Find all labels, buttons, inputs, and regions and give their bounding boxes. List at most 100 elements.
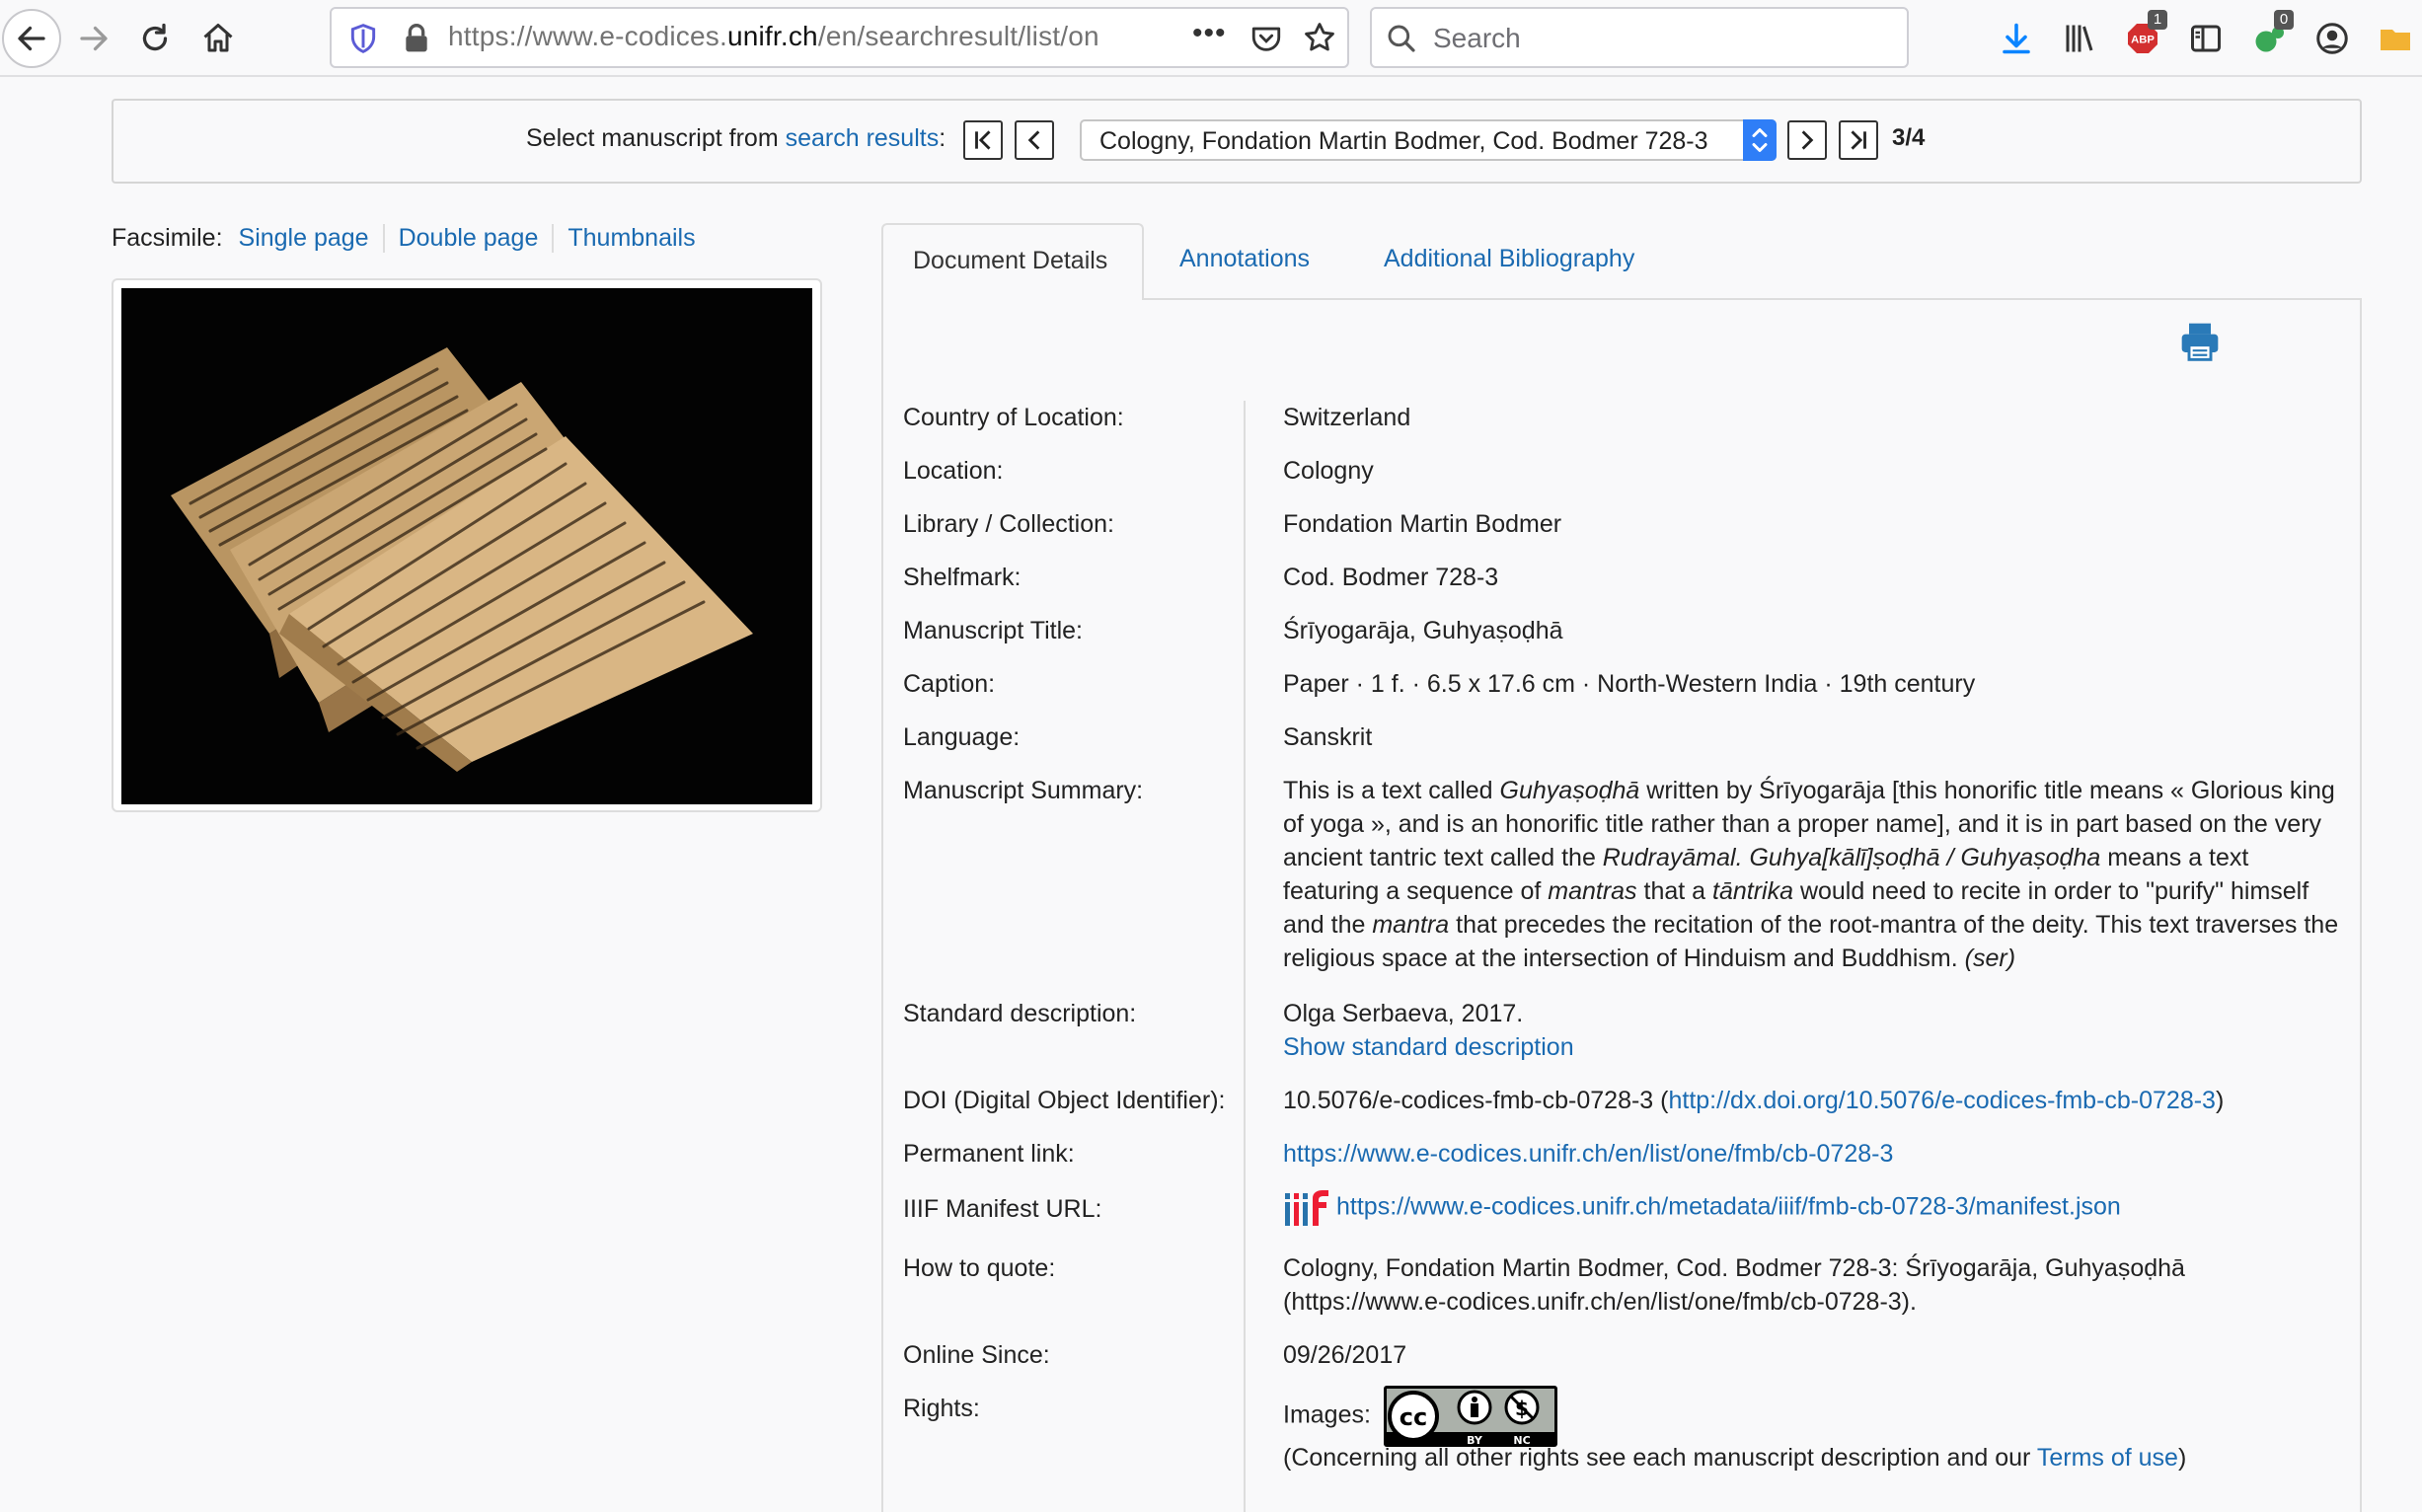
doi-value: 10.5076/e-codices-fmb-cb-0728-3 (http://…: [1283, 1084, 2349, 1117]
selector-label-colon: :: [939, 124, 946, 152]
url-prefix: https://www.e-codices.: [448, 21, 727, 51]
rights-note-text: (Concerning all other rights see each ma…: [1283, 1444, 2037, 1472]
account-icon: [2316, 23, 2348, 54]
doi-text: 10.5076/e-codices-fmb-cb-0728-3 (: [1283, 1087, 1669, 1114]
sidebar-button[interactable]: [2187, 20, 2225, 57]
summary-italic: mantra: [1372, 911, 1450, 939]
show-standard-description-link[interactable]: Show standard description: [1283, 1033, 1574, 1061]
library-label: Library / Collection:: [903, 510, 1114, 538]
standard-description-value: Olga Serbaeva, 2017. Show standard descri…: [1283, 997, 2349, 1064]
search-icon: [1388, 25, 1415, 52]
standard-description-label: Standard description:: [903, 1000, 1137, 1027]
summary-label: Manuscript Summary:: [903, 777, 1144, 804]
folder-button[interactable]: [2377, 20, 2414, 57]
library-value: Fondation Martin Bodmer: [1283, 510, 1562, 538]
shelfmark-value: Cod. Bodmer 728-3: [1283, 564, 1499, 591]
country-value: Switzerland: [1283, 404, 1411, 431]
chevron-right-icon: [1801, 130, 1814, 150]
manuscript-photo[interactable]: [121, 288, 812, 804]
facsimile-bar: Facsimile: Single page Double page Thumb…: [112, 224, 710, 253]
rights-images-label: Images:: [1283, 1400, 1371, 1429]
pocket-icon[interactable]: [1249, 22, 1283, 55]
rights-note-close: ): [2177, 1444, 2187, 1472]
home-button[interactable]: [189, 10, 247, 67]
adblock-button[interactable]: ABP 1: [2124, 10, 2167, 57]
manuscript-select[interactable]: Cologny, Fondation Martin Bodmer, Cod. B…: [1080, 119, 1777, 161]
folder-icon: [2381, 30, 2410, 50]
location-value: Cologny: [1283, 457, 1374, 485]
adblock-badge: 1: [2148, 10, 2167, 30]
extension-badge: 0: [2274, 10, 2294, 30]
sidebar-icon: [2191, 25, 2221, 52]
summary-text: This is a text called: [1283, 777, 1500, 804]
lock-icon[interactable]: [403, 23, 430, 54]
permalink-link[interactable]: https://www.e-codices.unifr.ch/en/list/o…: [1283, 1140, 1893, 1168]
cc-by-nc-license-icon[interactable]: cc $ BY NC: [1383, 1386, 1557, 1447]
thumbnails-link[interactable]: Thumbnails: [552, 224, 709, 253]
tab-annotations[interactable]: Annotations: [1179, 245, 1310, 273]
rights-note: (Concerning all other rights see each ma…: [1283, 1441, 2349, 1474]
extension-button[interactable]: 0: [2250, 10, 2294, 57]
doi-link[interactable]: http://dx.doi.org/10.5076/e-codices-fmb-…: [1668, 1087, 2215, 1114]
select-arrows[interactable]: [1743, 119, 1777, 161]
terms-of-use-link[interactable]: Terms of use: [2037, 1444, 2178, 1472]
tab-document-details-label: Document Details: [913, 247, 1108, 274]
iiif-logo-icon[interactable]: [1283, 1188, 1330, 1228]
rights-label: Rights:: [903, 1395, 980, 1422]
summary-italic: tāntrika: [1712, 877, 1793, 905]
arrow-left-icon: [18, 26, 45, 51]
first-page-icon: [975, 130, 991, 150]
online-since-value: 09/26/2017: [1283, 1341, 1407, 1369]
page-actions-button[interactable]: •••: [1192, 17, 1227, 50]
reload-button[interactable]: [126, 10, 184, 67]
downloads-button[interactable]: [1998, 20, 2035, 57]
browser-toolbar: https://www.e-codices.unifr.ch/en/search…: [0, 0, 2422, 77]
first-result-button[interactable]: [963, 120, 1003, 160]
url-text[interactable]: https://www.e-codices.unifr.ch/en/search…: [448, 21, 1139, 52]
download-arrow-icon: [2003, 23, 2030, 54]
manuscript-selector-panel: Select manuscript from search results: C…: [112, 99, 2362, 184]
summary-value: This is a text called Guhyaṣoḍhā written…: [1283, 774, 2349, 975]
shelfmark-label: Shelfmark:: [903, 564, 1022, 591]
up-down-chevron-icon: [1752, 128, 1768, 152]
tab-additional-bibliography[interactable]: Additional Bibliography: [1384, 245, 1634, 273]
tab-document-details[interactable]: Document Details: [881, 223, 1144, 300]
library-button[interactable]: [2061, 20, 2098, 57]
summary-italic: mantras: [1548, 877, 1637, 905]
doi-label: DOI (Digital Object Identifier):: [903, 1087, 1226, 1114]
search-results-link[interactable]: search results: [786, 124, 940, 152]
iiif-manifest-link[interactable]: https://www.e-codices.unifr.ch/metadata/…: [1336, 1193, 2121, 1221]
language-label: Language:: [903, 723, 1021, 751]
quote-value: Cologny, Fondation Martin Bodmer, Cod. B…: [1283, 1254, 2185, 1316]
next-result-button[interactable]: [1787, 120, 1827, 160]
back-button[interactable]: [2, 9, 61, 68]
column-divider: [1244, 401, 1246, 1512]
url-fade: [1101, 13, 1161, 62]
url-bar[interactable]: https://www.e-codices.unifr.ch/en/search…: [330, 7, 1349, 68]
url-domain: unifr.ch: [726, 21, 818, 51]
doi-close: ): [2215, 1087, 2225, 1114]
tracking-shield-icon[interactable]: [347, 23, 379, 54]
single-page-link[interactable]: Single page: [239, 224, 383, 253]
caption-value: Paper · 1 f. · 6.5 x 17.6 cm · North-Wes…: [1283, 670, 1976, 698]
print-icon[interactable]: [2178, 320, 2222, 363]
double-page-link[interactable]: Double page: [382, 224, 553, 253]
account-button[interactable]: [2313, 20, 2351, 57]
home-icon: [203, 24, 233, 52]
permalink-value: https://www.e-codices.unifr.ch/en/list/o…: [1283, 1137, 2349, 1171]
search-bar[interactable]: Search: [1370, 7, 1909, 68]
previous-result-button[interactable]: [1015, 120, 1054, 160]
search-placeholder: Search: [1433, 23, 1521, 53]
bookmark-star-icon[interactable]: [1303, 21, 1336, 54]
result-counter: 3/4: [1892, 124, 1926, 151]
manuscript-image-frame[interactable]: [112, 278, 822, 812]
facsimile-label: Facsimile:: [112, 224, 223, 252]
reload-icon: [142, 23, 168, 51]
forward-button[interactable]: [65, 10, 122, 67]
summary-italic: Guhyaṣoḍhā: [1499, 777, 1640, 804]
permalink-label: Permanent link:: [903, 1140, 1075, 1168]
svg-text:cc: cc: [1400, 1403, 1427, 1431]
manuscript-title-label: Manuscript Title:: [903, 617, 1084, 644]
last-result-button[interactable]: [1839, 120, 1878, 160]
selector-label-prefix: Select manuscript from: [526, 124, 786, 152]
